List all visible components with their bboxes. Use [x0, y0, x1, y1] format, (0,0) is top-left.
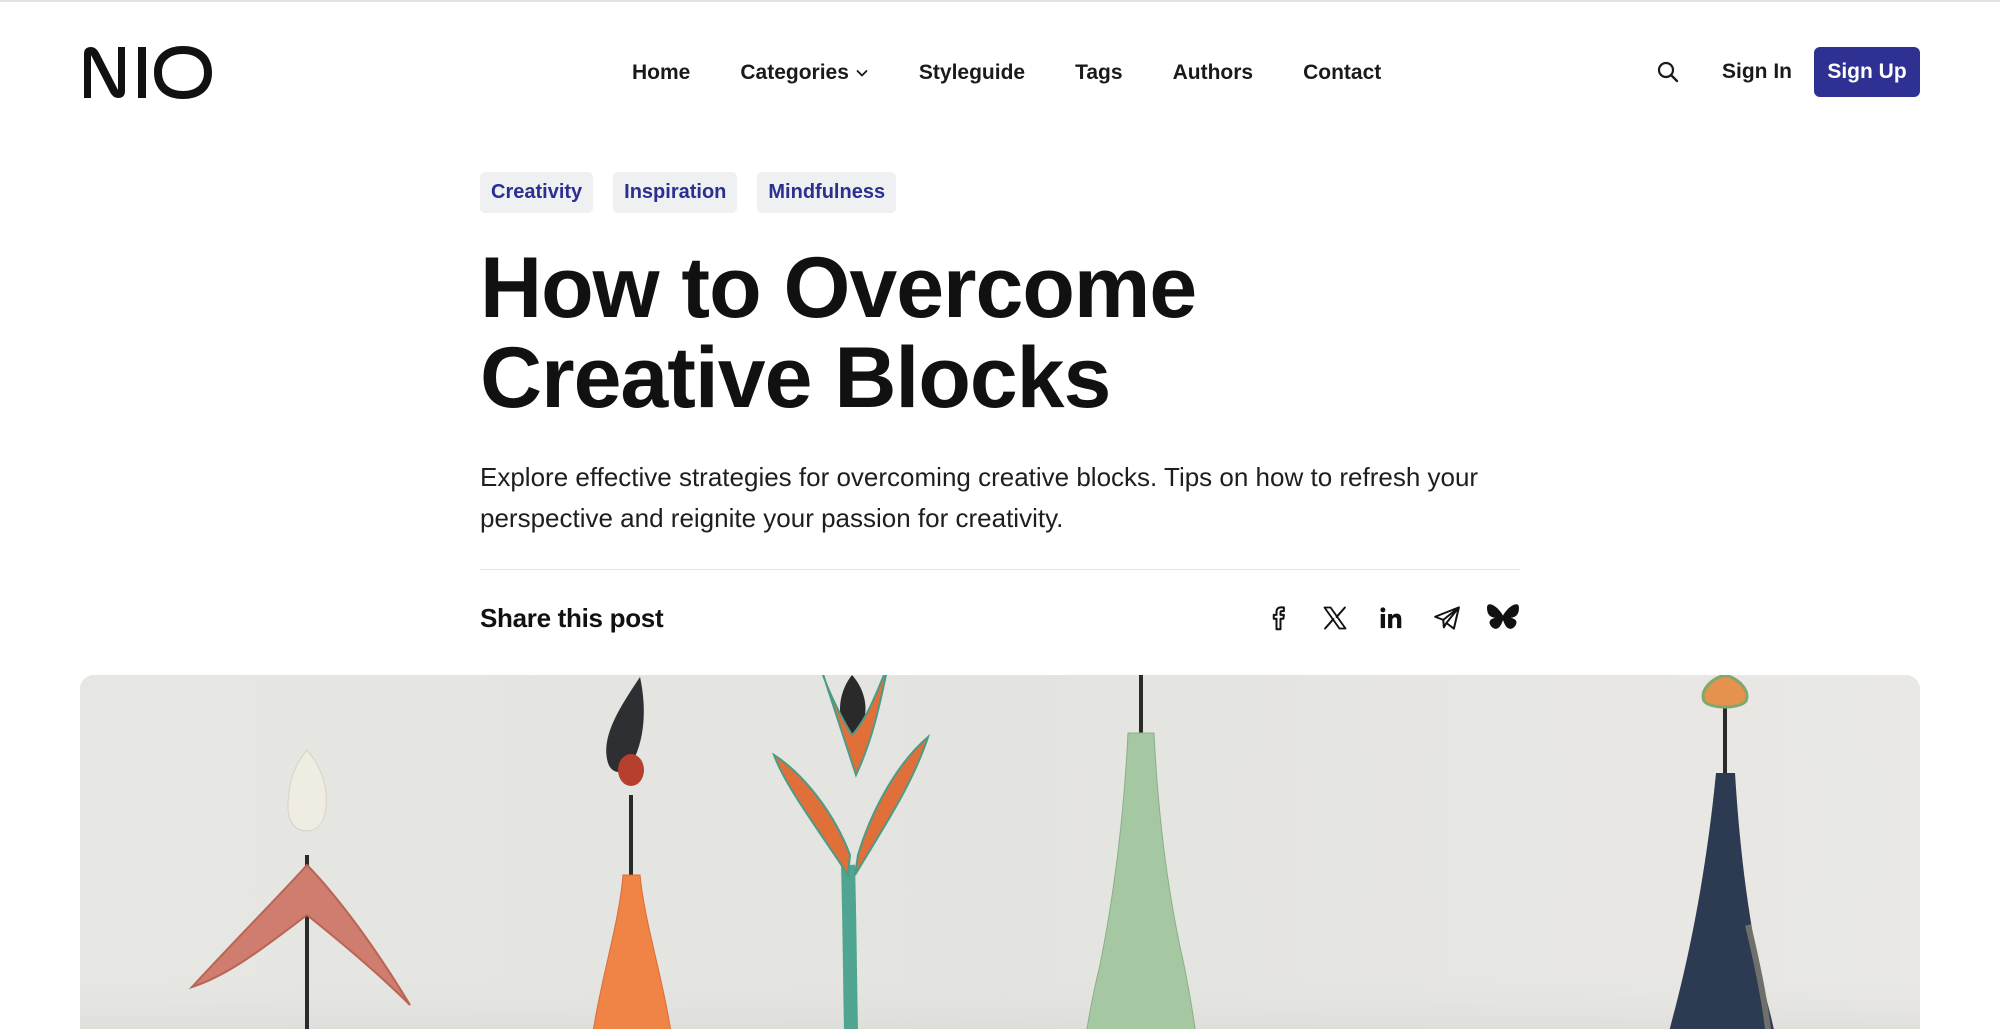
nav-item-label: Styleguide [918, 61, 1026, 84]
tag-creativity[interactable]: Creativity [480, 172, 594, 213]
nav-item-label: Home [632, 61, 691, 84]
share-bar: Share this post [480, 590, 1520, 646]
search-button[interactable] [1654, 58, 1682, 86]
share-facebook-button[interactable] [1262, 601, 1296, 635]
nav-item-label: Categories [740, 61, 849, 84]
sign-in-link[interactable]: Sign In [1722, 58, 1792, 86]
share-linkedin-button[interactable] [1374, 601, 1408, 635]
sign-up-button[interactable]: Sign Up [1814, 47, 1920, 97]
facebook-icon [1272, 606, 1285, 631]
nav-item-categories[interactable]: Categories [740, 61, 869, 85]
site-header: Home Categories Styleguide Tags Authors … [0, 0, 2000, 146]
main-nav: Home Categories Styleguide Tags Authors … [632, 58, 1381, 88]
post-excerpt: Explore effective strategies for overcom… [480, 462, 1479, 533]
share-telegram-button[interactable] [1430, 601, 1464, 635]
nav-item-label: Authors [1172, 61, 1254, 84]
article-header: Creativity Inspiration Mindfulness How t… [480, 172, 1520, 646]
featured-image-illustration [80, 675, 1920, 1029]
telegram-icon [1434, 606, 1460, 630]
tag-inspiration[interactable]: Inspiration [613, 172, 738, 213]
search-icon [1657, 61, 1679, 83]
featured-image [80, 675, 1920, 1029]
nav-item-tags[interactable]: Tags [1075, 61, 1122, 85]
nav-item-label: Contact [1303, 61, 1382, 84]
post-tags: Creativity Inspiration Mindfulness [480, 172, 1520, 213]
nav-item-contact[interactable]: Contact [1303, 61, 1381, 85]
share-label: Share this post [480, 602, 664, 633]
divider [480, 569, 1520, 570]
nav-item-styleguide[interactable]: Styleguide [919, 61, 1025, 85]
share-bluesky-button[interactable] [1486, 601, 1520, 635]
share-icons [1262, 601, 1520, 635]
nav-item-authors[interactable]: Authors [1173, 61, 1254, 85]
bluesky-icon [1487, 604, 1519, 629]
tag-mindfulness[interactable]: Mindfulness [757, 172, 897, 213]
share-x-button[interactable] [1318, 601, 1352, 635]
linkedin-icon [1380, 607, 1402, 629]
nav-item-label: Tags [1075, 61, 1123, 84]
nav-item-home[interactable]: Home [632, 61, 690, 85]
site-logo[interactable] [80, 44, 214, 100]
x-icon [1323, 606, 1347, 630]
post-title: How to Overcome Creative Blocks [480, 240, 1197, 426]
chevron-down-icon [856, 70, 868, 77]
